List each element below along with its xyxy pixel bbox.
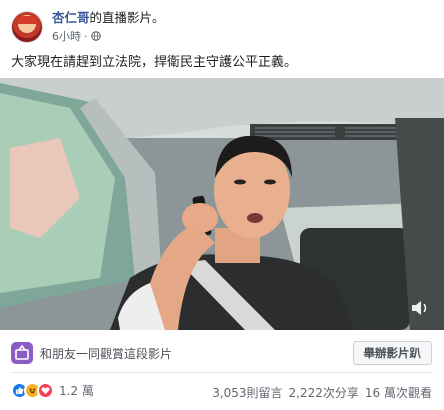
post-meta: 6小時 · — [52, 28, 101, 44]
love-icon — [37, 382, 54, 399]
engagement-stats: 3,053則留言 2,222次分享 16 萬次觀看 — [212, 384, 432, 401]
meta-separator: · — [84, 29, 88, 43]
post-stats: 1.2 萬 3,053則留言 2,222次分享 16 萬次觀看 — [0, 378, 444, 404]
host-watch-party-button[interactable]: 舉辦影片趴 — [352, 341, 432, 365]
video-player[interactable] — [0, 78, 444, 330]
post-caption: 大家現在請趕到立法院，捍衛民主守護公平正義。 — [11, 55, 298, 70]
reaction-count[interactable]: 1.2 萬 — [59, 382, 94, 399]
post-header: 杏仁哥的直播影片。 6小時 · — [0, 0, 444, 44]
view-count: 16 萬次觀看 — [364, 386, 432, 400]
author-name[interactable]: 杏仁哥 — [52, 10, 90, 25]
comment-count[interactable]: 3,053則留言 — [212, 384, 282, 401]
divider — [11, 372, 433, 373]
watch-party-icon — [11, 342, 33, 364]
post-title: 杏仁哥的直播影片。 — [52, 10, 165, 26]
watch-party-bar: 和朋友一同觀賞這段影片 舉辦影片趴 — [0, 334, 444, 370]
video-frame — [0, 78, 444, 330]
share-count[interactable]: 2,222次分享 — [289, 384, 359, 401]
globe-icon[interactable] — [90, 31, 101, 41]
post-action: 的直播影片。 — [89, 10, 165, 25]
watch-party-text: 和朋友一同觀賞這段影片 — [40, 347, 173, 361]
author-avatar[interactable] — [11, 11, 43, 43]
reactions[interactable]: 1.2 萬 — [11, 382, 94, 399]
post-time[interactable]: 6小時 — [52, 28, 81, 44]
